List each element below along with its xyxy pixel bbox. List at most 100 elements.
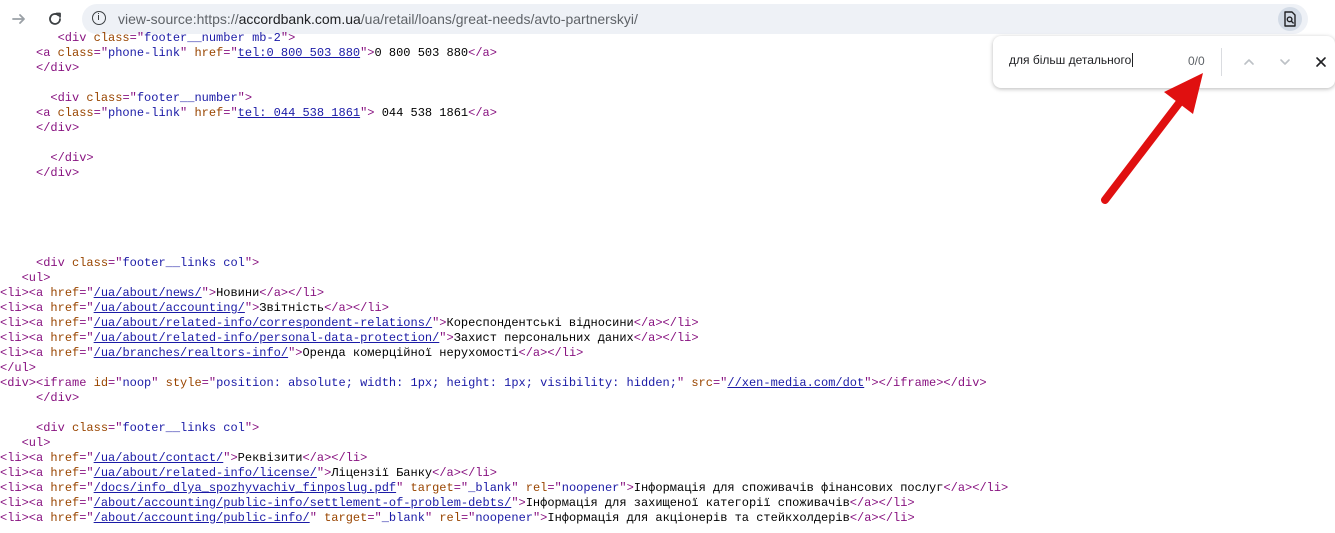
source-token: src [691,376,713,390]
source-link[interactable]: tel: 044 538 1861 [238,106,360,120]
source-token: "> [619,481,634,495]
source-link[interactable]: /ua/about/related-info/personal-data-pro… [94,331,440,345]
source-token: href [194,106,224,120]
source-token: 044 538 1861 [374,106,469,120]
source-token: " [180,106,195,120]
source-token: <div [0,256,73,270]
forward-arrow-icon[interactable] [7,7,31,31]
source-token: Новини [216,286,260,300]
source-token: " [180,46,195,60]
source-code-view: <div class="footer__number mb-2"> <a cla… [0,31,1335,526]
source-token: </div> [0,151,94,165]
source-token: <li><a [0,286,51,300]
source-token: " [309,511,325,525]
source-token: </a></li> [302,451,368,465]
source-token: =" [108,421,123,435]
source-link[interactable]: /about/accounting/public-info/settlement… [94,496,512,510]
source-token: </div> [0,391,80,405]
source-line: <div class="footer__links col"> [0,421,1335,436]
source-token: =" [79,331,94,345]
source-token: "> [439,331,454,345]
source-line: <a class="phone-link" href="tel: 044 538… [0,106,1335,121]
source-token: "> [244,301,260,315]
source-link[interactable]: /about/accounting/public-info/ [94,511,310,525]
chevron-down-icon [1280,59,1290,65]
source-token: =" [79,286,94,300]
source-line [0,196,1335,211]
source-token: <li><a [0,466,51,480]
source-link[interactable]: //xen-media.com/dot [727,376,864,390]
source-token: </a></li> [432,466,497,480]
source-token: =" [367,511,382,525]
source-token: <li><a [0,331,51,345]
find-previous-button[interactable] [1237,50,1261,74]
source-token: "> [201,286,217,300]
source-link[interactable]: /ua/branches/realtors-info/ [94,346,288,360]
source-line: <li><a href="/ua/about/related-info/corr… [0,316,1335,331]
source-line [0,226,1335,241]
source-token: href [50,481,80,495]
source-token: <ul> [0,436,51,450]
source-token: target [324,511,368,525]
source-token: phone-link [108,106,181,120]
source-token: =" [201,376,217,390]
source-token: =" [223,46,238,60]
source-token: target [410,481,454,495]
find-next-button[interactable] [1273,50,1297,74]
source-token: href [50,316,80,330]
find-in-page-icon[interactable] [1278,7,1302,31]
reload-glyph [49,12,61,25]
source-link[interactable]: /docs/info_dlya_spozhyvachiv_finposlug.p… [94,481,396,495]
source-line [0,241,1335,256]
source-token: </a></li> [633,316,699,330]
source-token: <li><a [0,511,51,525]
find-close-button[interactable] [1309,50,1333,74]
source-token: </a></li> [943,481,1009,495]
source-token: <li><a [0,496,51,510]
source-token: </a></li> [259,286,325,300]
source-token: Звітність [259,301,325,315]
source-token: </a></li> [849,511,915,525]
source-line: <li><a href="/ua/about/accounting/">Звіт… [0,301,1335,316]
address-bar[interactable]: view-source:https://accordbank.com.ua/ua… [82,4,1308,34]
source-token: class [93,31,130,45]
source-link[interactable]: /ua/about/related-info/license/ [94,466,317,480]
source-token: "> [244,256,260,270]
reload-icon[interactable] [43,7,67,31]
source-token: href [50,301,80,315]
source-line: <li><a href="/ua/about/related-info/pers… [0,331,1335,346]
source-line [0,136,1335,151]
source-token: </ul> [0,361,37,375]
source-token: footer__links col [122,256,245,270]
source-token: =" [453,481,469,495]
source-token: </a></li> [518,346,584,360]
source-token: href [50,331,80,345]
source-link[interactable]: /ua/about/accounting/ [94,301,245,315]
source-link[interactable]: /ua/about/contact/ [94,451,224,465]
source-token: href [194,46,224,60]
source-link[interactable]: /ua/about/news/ [94,286,202,300]
source-token: "> [280,31,296,45]
source-token: noop [122,376,152,390]
source-token: <li><a [0,316,51,330]
source-token: "> [223,451,238,465]
source-token: class [57,106,94,120]
find-input[interactable]: для більш детального [1009,53,1134,67]
source-token: footer__number mb-2 [144,31,281,45]
source-token: Оренда комерційної нерухомості [302,346,519,360]
source-token: noopener [475,511,533,525]
site-info-icon[interactable] [92,11,106,25]
find-match-count: 0/0 [1188,54,1205,68]
source-line: </div> [0,166,1335,181]
text-caret [1132,53,1134,67]
source-token: footer__number [136,91,238,105]
source-link[interactable]: tel:0 800 503 880 [238,46,360,60]
source-token: footer__links col [122,421,245,435]
find-page-glyph [1284,11,1296,27]
source-token: href [50,451,80,465]
url-host: accordbank.com.ua [238,11,361,27]
source-link[interactable]: /ua/about/related-info/correspondent-rel… [94,316,432,330]
source-token: href [50,466,80,480]
source-token: href [50,286,80,300]
source-token: Інформація для споживачів фінансових пос… [633,481,944,495]
